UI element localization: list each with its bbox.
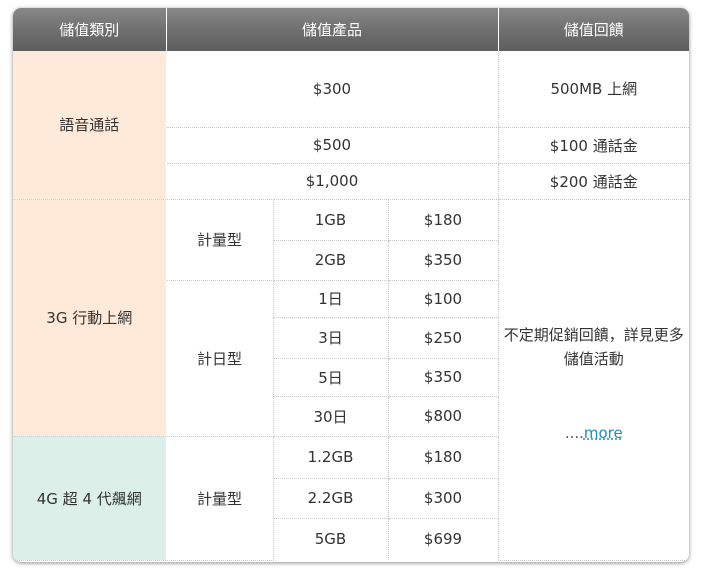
voice-product-3: $1,000 bbox=[166, 163, 499, 200]
prepaid-rates-table: 儲值類別 儲值產品 儲值回饋 語音通話 $300 500MB 上網 $500 $… bbox=[13, 8, 689, 561]
g3-daily-price-3: $350 bbox=[388, 358, 499, 397]
table-header-row: 儲值類別 儲值產品 儲值回饋 bbox=[13, 8, 689, 51]
g3-daily-label: 計日型 bbox=[166, 280, 274, 437]
header-product: 儲值產品 bbox=[166, 8, 499, 51]
prepaid-table-frame: 儲值類別 儲值產品 儲值回饋 語音通話 $300 500MB 上網 $500 $… bbox=[13, 8, 689, 562]
more-dots: .... bbox=[564, 423, 584, 442]
more-wrap: ....more bbox=[503, 421, 686, 445]
header-category: 儲值類別 bbox=[13, 8, 167, 51]
voice-reward-1: 500MB 上網 bbox=[498, 51, 689, 128]
g4-metered-price-2: $300 bbox=[388, 478, 499, 519]
category-4g: 4G 超 4 代飆網 bbox=[13, 436, 167, 561]
g3-daily-price-1: $100 bbox=[388, 280, 499, 318]
voice-product-2: $500 bbox=[166, 127, 499, 164]
g3-daily-price-4: $800 bbox=[388, 396, 499, 437]
g3-metered-amount-1: 1GB bbox=[273, 199, 389, 241]
g4-metered-amount-1: 1.2GB bbox=[273, 436, 389, 479]
g4-metered-amount-3: 5GB bbox=[273, 518, 389, 560]
table-row: 語音通話 $300 500MB 上網 bbox=[13, 51, 689, 200]
voice-reward-2: $100 通話金 bbox=[498, 127, 689, 164]
voice-reward-3: $200 通話金 bbox=[498, 163, 689, 200]
g3-metered-amount-2: 2GB bbox=[273, 240, 389, 281]
category-voice: 語音通話 bbox=[13, 51, 167, 200]
g4-metered-price-3: $699 bbox=[388, 518, 499, 560]
g4-metered-amount-2: 2.2GB bbox=[273, 478, 389, 519]
g3-daily-amount-2: 3日 bbox=[273, 317, 389, 359]
g3-daily-amount-4: 30日 bbox=[273, 396, 389, 437]
g3-metered-price-2: $350 bbox=[388, 240, 499, 281]
category-3g: 3G 行動上網 bbox=[13, 199, 167, 437]
g3-metered-price-1: $180 bbox=[388, 199, 499, 241]
g3-metered-label: 計量型 bbox=[166, 199, 274, 281]
table-row: 3G 行動上網 計量型 1GB $180 不定期促銷回饋，詳見更多儲值活動 ..… bbox=[13, 199, 689, 561]
promo-text: 不定期促銷回饋，詳見更多儲值活動 bbox=[503, 325, 684, 368]
g3-daily-price-2: $250 bbox=[388, 317, 499, 359]
header-reward: 儲值回饋 bbox=[498, 8, 689, 51]
g3-daily-amount-1: 1日 bbox=[273, 280, 389, 318]
g4-metered-label: 計量型 bbox=[166, 436, 274, 561]
g4-metered-price-1: $180 bbox=[388, 436, 499, 479]
promo-cell: 不定期促銷回饋，詳見更多儲值活動 ....more bbox=[498, 199, 689, 561]
more-link[interactable]: more bbox=[584, 424, 623, 442]
voice-product-1: $300 bbox=[166, 51, 499, 128]
g3-daily-amount-3: 5日 bbox=[273, 358, 389, 397]
